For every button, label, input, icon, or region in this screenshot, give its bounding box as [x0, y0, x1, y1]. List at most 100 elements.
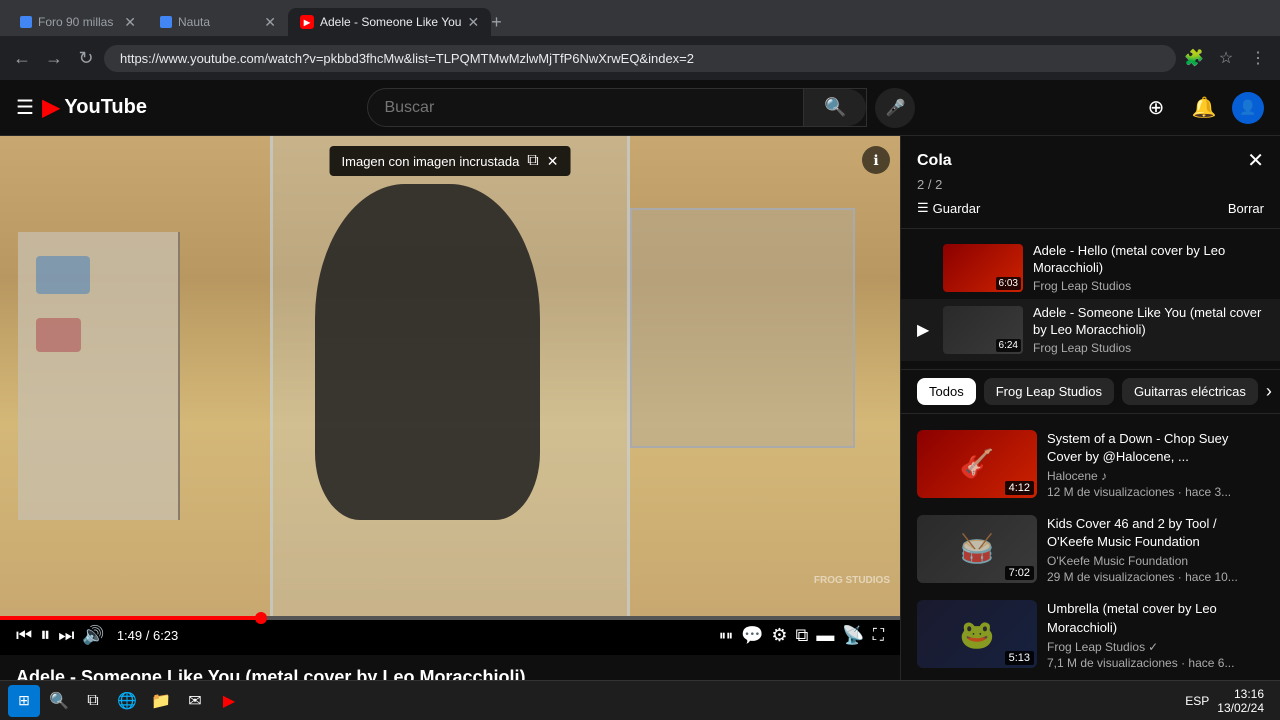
- taskbar-tray: ESP 13:16 13/02/24: [1177, 687, 1272, 715]
- back-button[interactable]: ←: [8, 44, 36, 72]
- queue-duration-2: 6:24: [996, 339, 1021, 352]
- user-avatar[interactable]: 👤: [1232, 92, 1264, 124]
- rec-duration-0: 4:12: [1005, 481, 1034, 495]
- browser-chrome: Foro 90 millas ✕ Nauta ✕ ▶ Adele - Someo…: [0, 0, 1280, 80]
- chapters-button[interactable]: ⏸⏸: [719, 627, 733, 644]
- youtube-main: Imagen con imagen incrustada ⧉ ✕ ℹ FROG …: [0, 136, 1280, 720]
- search-button[interactable]: 🔍: [803, 89, 866, 126]
- rec-tabs-arrow[interactable]: ›: [1266, 381, 1272, 402]
- tab-favicon-2: [160, 16, 172, 28]
- tab-close-2[interactable]: ✕: [264, 14, 276, 31]
- language-button[interactable]: ESP: [1185, 694, 1209, 708]
- scene-shelf-item-2: [36, 318, 81, 352]
- queue-save-button[interactable]: ☰ Guardar: [917, 200, 980, 216]
- browser-actions: 🧩 ☆ ⋮: [1180, 44, 1272, 72]
- queue-close-button[interactable]: ✕: [1247, 148, 1264, 173]
- rec-tab-frog[interactable]: Frog Leap Studios: [984, 378, 1114, 405]
- browser-menu-button[interactable]: ⋮: [1244, 44, 1272, 72]
- rec-title-1: Kids Cover 46 and 2 by Tool / O'Keefe Mu…: [1047, 515, 1264, 551]
- rec-item-2[interactable]: 🐸 5:13 Umbrella (metal cover by Leo Mora…: [901, 592, 1280, 677]
- play-pause-button[interactable]: ⏸: [40, 624, 50, 647]
- progress-bar[interactable]: [0, 616, 900, 620]
- subtitles-button[interactable]: 💬: [741, 625, 763, 646]
- volume-button[interactable]: 🔊: [82, 625, 104, 646]
- address-bar[interactable]: [104, 45, 1176, 72]
- notifications-button[interactable]: 🔔: [1184, 88, 1224, 128]
- taskbar-edge[interactable]: 🌐: [112, 686, 142, 716]
- queue-item-channel-1: Frog Leap Studios: [1033, 279, 1264, 293]
- taskbar-youtube-browser[interactable]: ▶: [214, 686, 244, 716]
- recommendation-list: 🎸 4:12 System of a Down - Chop Suey Cove…: [901, 414, 1280, 720]
- reload-button[interactable]: ↻: [72, 44, 100, 72]
- settings-button[interactable]: ⚙: [771, 625, 787, 646]
- queue-thumbnail-1: 6:03: [943, 244, 1023, 292]
- tab-close-1[interactable]: ✕: [124, 14, 136, 31]
- rec-channel-0: Halocene ♪: [1047, 469, 1264, 483]
- rec-thumbnail-0: 🎸 4:12: [917, 430, 1037, 498]
- hamburger-menu-button[interactable]: ☰: [16, 95, 34, 120]
- fullscreen-button[interactable]: ⛶: [873, 627, 884, 645]
- queue-header: Cola ✕ 2 / 2 ☰ Guardar Borrar: [901, 136, 1280, 229]
- queue-clear-button[interactable]: Borrar: [1228, 201, 1264, 216]
- voice-search-button[interactable]: 🎤: [875, 88, 915, 128]
- browser-tab-1[interactable]: Foro 90 millas ✕: [8, 8, 148, 36]
- youtube-app: ☰ ▶ YouTube 🔍 🎤 ⊕ 🔔 👤: [0, 80, 1280, 720]
- youtube-logo-icon: ▶: [42, 93, 60, 122]
- youtube-header: ☰ ▶ YouTube 🔍 🎤 ⊕ 🔔 👤: [0, 80, 1280, 136]
- scene-shelf-item-1: [36, 256, 90, 294]
- rec-item-1[interactable]: 🥁 7:02 Kids Cover 46 and 2 by Tool / O'K…: [901, 507, 1280, 592]
- video-info-button[interactable]: ℹ: [862, 146, 890, 174]
- cast-button[interactable]: 📡: [842, 625, 864, 646]
- browser-tab-3[interactable]: ▶ Adele - Someone Like You ✕: [288, 8, 491, 36]
- taskbar-mail[interactable]: ✉: [180, 686, 210, 716]
- scene-figure: [315, 184, 540, 520]
- pip-close-button[interactable]: ✕: [547, 153, 559, 170]
- browser-bookmark-button[interactable]: ☆: [1212, 44, 1240, 72]
- browser-tab-2[interactable]: Nauta ✕: [148, 8, 288, 36]
- taskbar-task-view[interactable]: ⧉: [78, 686, 108, 716]
- search-area: 🔍 🎤: [163, 88, 1120, 128]
- progress-fill: [0, 616, 261, 620]
- recommendation-tabs: Todos Frog Leap Studios Guitarras eléctr…: [901, 370, 1280, 414]
- previous-button[interactable]: ⏮: [16, 625, 32, 646]
- next-button[interactable]: ⏭: [58, 625, 74, 646]
- rec-thumbnail-2: 🐸 5:13: [917, 600, 1037, 668]
- theater-button[interactable]: ▬: [816, 625, 834, 646]
- progress-area: [0, 616, 900, 620]
- pip-tooltip-text: Imagen con imagen incrustada: [342, 154, 520, 169]
- rec-thumbnail-1: 🥁 7:02: [917, 515, 1037, 583]
- rec-title-2: Umbrella (metal cover by Leo Moracchioli…: [1047, 600, 1264, 636]
- video-content: [0, 136, 900, 616]
- rec-info-0: System of a Down - Chop Suey Cover by @H…: [1047, 430, 1264, 499]
- miniplayer-button[interactable]: ⧉: [796, 625, 809, 646]
- queue-duration-1: 6:03: [996, 277, 1021, 290]
- queue-item-1[interactable]: 6:03 Adele - Hello (metal cover by Leo M…: [901, 237, 1280, 299]
- browser-extensions-button[interactable]: 🧩: [1180, 44, 1208, 72]
- create-button[interactable]: ⊕: [1136, 88, 1176, 128]
- queue-actions: ☰ Guardar Borrar: [917, 200, 1264, 216]
- tab-close-3[interactable]: ✕: [467, 14, 479, 31]
- save-queue-icon: ☰: [917, 200, 929, 216]
- rec-tab-guitars[interactable]: Guitarras eléctricas: [1122, 378, 1258, 405]
- video-controls: ⏮ ⏸ ⏭ 🔊 1:49 / 6:23 ⏸⏸ 💬 ⚙ ⧉ ▬ 📡 ⛶: [0, 620, 900, 655]
- forward-button[interactable]: →: [40, 44, 68, 72]
- queue-item-2[interactable]: ▶ 6:24 Adele - Someone Like You (metal c…: [901, 299, 1280, 361]
- new-tab-button[interactable]: +: [491, 12, 502, 33]
- taskbar: ⊞ 🔍 ⧉ 🌐 📁 ✉ ▶ ESP 13:16 13/02/24: [0, 680, 1280, 720]
- queue-item-title-2: Adele - Someone Like You (metal cover by…: [1033, 305, 1264, 339]
- queue-title: Cola: [917, 152, 952, 170]
- queue-thumbnail-2: 6:24: [943, 306, 1023, 354]
- rec-info-1: Kids Cover 46 and 2 by Tool / O'Keefe Mu…: [1047, 515, 1264, 584]
- taskbar-search[interactable]: 🔍: [44, 686, 74, 716]
- start-button[interactable]: ⊞: [8, 685, 40, 717]
- search-input[interactable]: [368, 91, 803, 125]
- tab-favicon-1: [20, 16, 32, 28]
- youtube-logo[interactable]: ▶ YouTube: [42, 93, 147, 122]
- rec-channel-2: Frog Leap Studios ✓: [1047, 640, 1264, 654]
- sidebar: Cola ✕ 2 / 2 ☰ Guardar Borrar 6:0: [900, 136, 1280, 720]
- taskbar-explorer[interactable]: 📁: [146, 686, 176, 716]
- rec-tab-all[interactable]: Todos: [917, 378, 976, 405]
- rec-item-0[interactable]: 🎸 4:12 System of a Down - Chop Suey Cove…: [901, 422, 1280, 507]
- video-frame[interactable]: Imagen con imagen incrustada ⧉ ✕ ℹ FROG …: [0, 136, 900, 616]
- browser-toolbar: ← → ↻ 🧩 ☆ ⋮: [0, 36, 1280, 80]
